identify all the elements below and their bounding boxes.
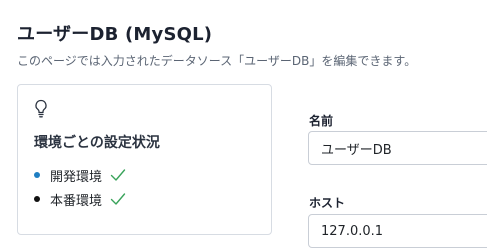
host-input[interactable]: [308, 214, 487, 248]
host-field-label: ホスト: [309, 196, 346, 210]
lightbulb-icon: [35, 99, 47, 118]
environment-label: 開発環境: [50, 169, 103, 185]
name-field-label: 名前: [309, 114, 334, 128]
name-input[interactable]: [308, 131, 487, 165]
check-icon: [110, 193, 126, 205]
environment-label: 本番環境: [50, 193, 103, 209]
environment-item-dev: 開発環境: [34, 165, 126, 185]
status-dot-icon: [34, 172, 40, 178]
environment-status-title: 環境ごとの設定状況: [34, 135, 160, 151]
status-dot-icon: [34, 196, 40, 202]
page-description: このページでは入力されたデータソース「ユーザーDB」を編集できます。: [17, 54, 417, 68]
environment-item-prod: 本番環境: [34, 189, 126, 209]
page-title: ユーザーDB (MySQL): [17, 24, 213, 45]
environment-status-card: 環境ごとの設定状況 開発環境 本番環境: [17, 84, 272, 235]
datasource-edit-page: ユーザーDB (MySQL) このページでは入力されたデータソース「ユーザーDB…: [0, 0, 487, 251]
check-icon: [110, 169, 126, 181]
